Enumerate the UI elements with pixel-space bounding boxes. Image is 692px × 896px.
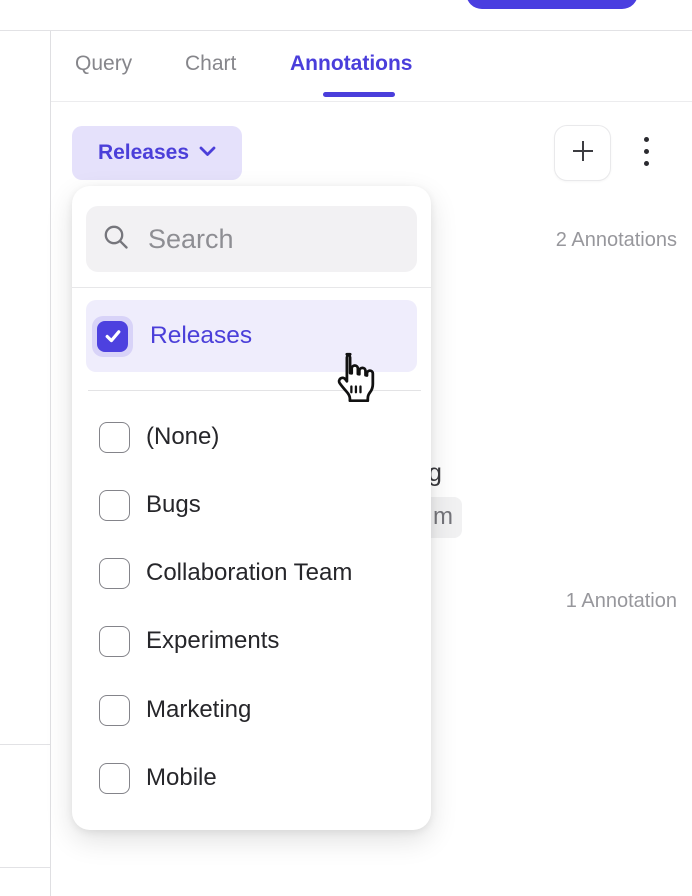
sidebar-border (50, 31, 51, 896)
option-label: Bugs (146, 491, 201, 519)
chevron-down-icon (199, 144, 216, 162)
add-annotation-button[interactable] (554, 125, 611, 181)
primary-action-button[interactable] (466, 0, 638, 9)
annotation-count-top: 2 Annotations (556, 229, 677, 252)
option-experiments[interactable]: Experiments (99, 619, 417, 663)
option-marketing[interactable]: Marketing (99, 688, 417, 732)
option-mobile[interactable]: Mobile (99, 756, 417, 800)
filter-button-label: Releases (98, 141, 189, 165)
tab-chart[interactable]: Chart (185, 52, 236, 76)
more-options-button[interactable] (639, 137, 653, 166)
option-none[interactable]: (None) (99, 415, 417, 459)
tab-query[interactable]: Query (75, 52, 132, 76)
dropdown-search[interactable] (86, 206, 417, 272)
checkbox-unchecked[interactable] (99, 626, 130, 657)
option-releases-selected[interactable]: Releases (86, 300, 417, 372)
header-divider (0, 30, 692, 31)
checkbox-checked[interactable] (97, 321, 128, 352)
tab-annotations[interactable]: Annotations (290, 52, 412, 76)
checkbox-unchecked[interactable] (99, 422, 130, 453)
annotation-count-bottom: 1 Annotation (566, 590, 677, 613)
kebab-dot (644, 137, 649, 142)
option-label: Marketing (146, 696, 251, 724)
annotation-filter-dropdown-button[interactable]: Releases (72, 126, 242, 180)
option-label: Collaboration Team (146, 559, 352, 587)
search-input[interactable] (146, 223, 400, 256)
option-label: Releases (150, 322, 252, 350)
checkbox-focus-ring (92, 316, 133, 357)
option-bugs[interactable]: Bugs (99, 483, 417, 527)
checkbox-unchecked[interactable] (99, 763, 130, 794)
dropdown-divider (72, 287, 431, 288)
plus-icon (569, 137, 597, 170)
checkbox-unchecked[interactable] (99, 558, 130, 589)
option-label: Mobile (146, 764, 217, 792)
checkbox-unchecked[interactable] (99, 490, 130, 521)
option-label: (None) (146, 423, 219, 451)
tabbar-divider (51, 101, 692, 102)
sidebar-row-divider (0, 744, 50, 745)
active-tab-indicator (323, 92, 395, 97)
filter-dropdown-panel: Releases (None) Bugs Collaboration Team … (72, 186, 431, 830)
sidebar-row-divider (0, 867, 50, 868)
kebab-dot (644, 161, 649, 166)
search-icon (102, 223, 130, 256)
checkbox-unchecked[interactable] (99, 695, 130, 726)
dropdown-divider (88, 390, 421, 391)
kebab-dot (644, 149, 649, 154)
annotations-screen: Query Chart Annotations Releases 2 Annot… (0, 0, 692, 896)
option-collaboration-team[interactable]: Collaboration Team (99, 551, 417, 595)
option-label: Experiments (146, 627, 279, 655)
